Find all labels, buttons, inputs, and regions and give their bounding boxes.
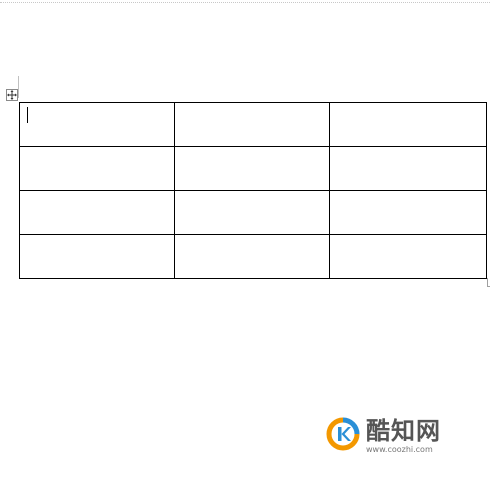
table-cell[interactable] [174, 102, 330, 147]
table-cell[interactable] [19, 190, 175, 235]
watermark: 酷知网 www.coozhi.com [326, 417, 476, 457]
table-row [19, 234, 487, 279]
table-cell[interactable] [19, 102, 175, 147]
table-cell[interactable] [329, 234, 487, 279]
document-table [19, 102, 487, 279]
table-row [19, 190, 487, 235]
text-insertion-cursor [27, 107, 28, 123]
table-row [19, 102, 487, 147]
table-cell[interactable] [329, 102, 487, 147]
coozhi-logo-icon [326, 417, 360, 451]
table-move-handle-icon[interactable] [6, 89, 18, 101]
watermark-title: 酷知网 [366, 417, 441, 445]
table-cell[interactable] [19, 146, 175, 191]
table-cell[interactable] [19, 234, 175, 279]
watermark-url: www.coozhi.com [366, 445, 433, 454]
table-cell[interactable] [174, 190, 330, 235]
table-cell[interactable] [329, 190, 487, 235]
table-cell[interactable] [174, 146, 330, 191]
table-cell[interactable] [174, 234, 330, 279]
page-top-edge [0, 2, 490, 3]
table-cell[interactable] [329, 146, 487, 191]
table-row [19, 146, 487, 191]
page-margin-corner-mark [18, 76, 19, 98]
